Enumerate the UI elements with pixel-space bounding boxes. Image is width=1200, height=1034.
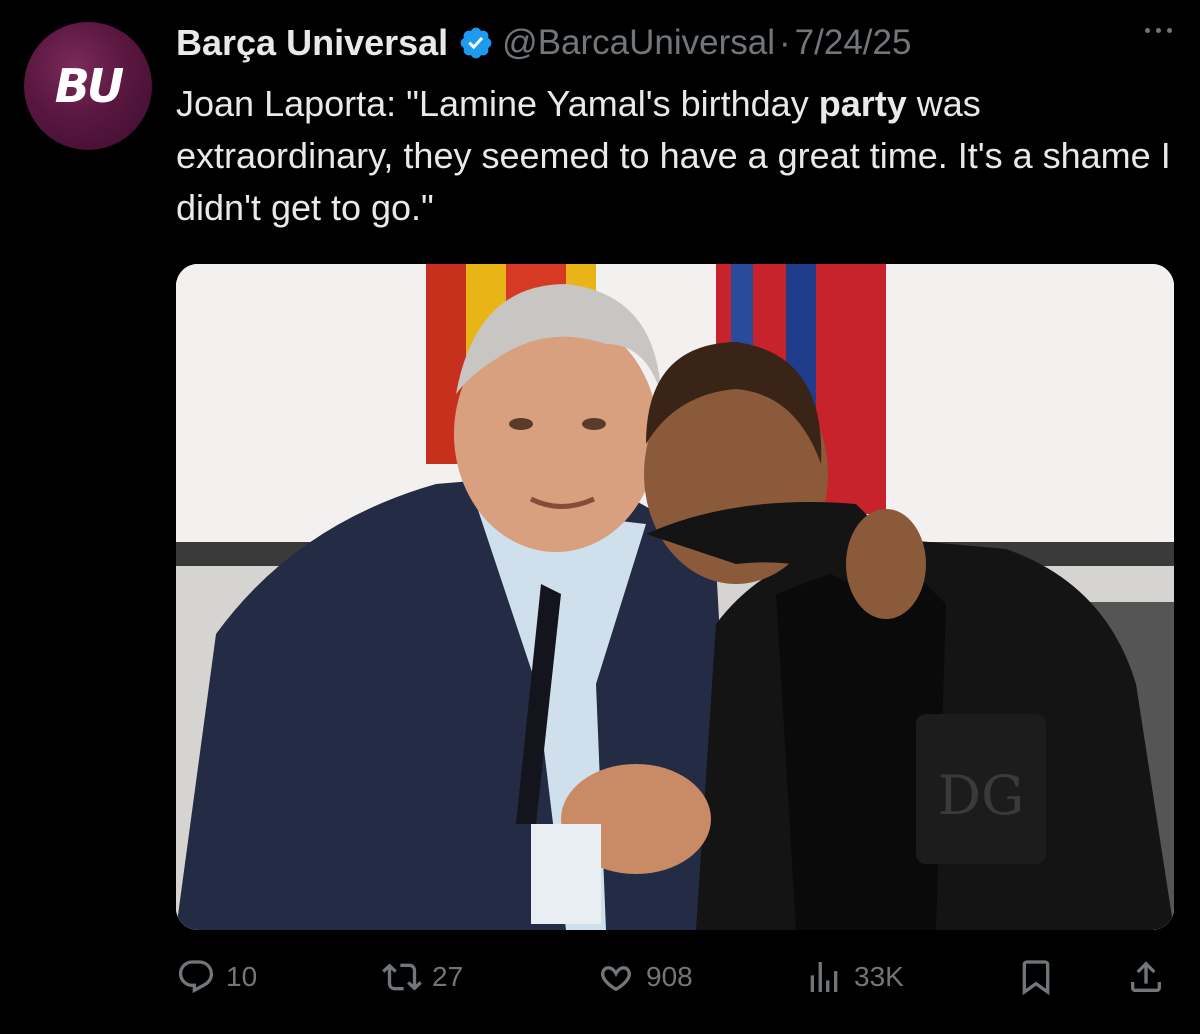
tweet-text-bold: party	[818, 83, 907, 124]
view-count: 33K	[854, 961, 904, 992]
repost-icon	[382, 963, 422, 991]
tweet-photo[interactable]: DG	[176, 264, 1174, 930]
like-count: 908	[646, 961, 693, 992]
tweet-header: Barça Universal @BarcaUniversal · 7/24/2…	[176, 18, 911, 68]
bookmark-button[interactable]	[1016, 952, 1066, 1002]
avatar[interactable]: BU	[24, 22, 152, 150]
reply-button[interactable]: 10	[176, 952, 257, 1002]
photo-illustration: DG	[176, 264, 1174, 930]
reply-count: 10	[226, 961, 258, 992]
display-name[interactable]: Barça Universal	[176, 22, 448, 64]
tweet-text: Joan Laporta: "Lamine Yamal's birthday p…	[176, 78, 1176, 234]
views-button[interactable]: 33K	[804, 952, 904, 1002]
jacket-logo: DG	[938, 764, 1024, 827]
more-dot	[1156, 28, 1161, 33]
like-button[interactable]: 908	[596, 952, 693, 1002]
more-dot	[1167, 28, 1172, 33]
repost-button[interactable]: 27	[382, 952, 463, 1002]
reply-icon	[178, 960, 214, 994]
tweet-actions: 10 27 908 33K	[176, 952, 1176, 1002]
verified-badge-icon	[460, 27, 492, 59]
tweet-date[interactable]: 7/24/25	[795, 23, 912, 63]
avatar-logo-text: BU	[54, 59, 124, 113]
separator-dot: ·	[779, 23, 791, 62]
bookmark-icon	[1022, 960, 1050, 996]
views-chart-icon	[810, 962, 838, 992]
share-icon	[1131, 961, 1161, 992]
more-options-icon[interactable]	[1145, 28, 1172, 33]
repost-count: 27	[432, 961, 464, 992]
share-button[interactable]	[1126, 952, 1176, 1002]
more-dot	[1145, 28, 1150, 33]
heart-icon	[601, 966, 631, 992]
tweet-text-part: Joan Laporta: "Lamine Yamal's birthday	[176, 83, 819, 124]
user-handle[interactable]: @BarcaUniversal	[502, 23, 775, 63]
